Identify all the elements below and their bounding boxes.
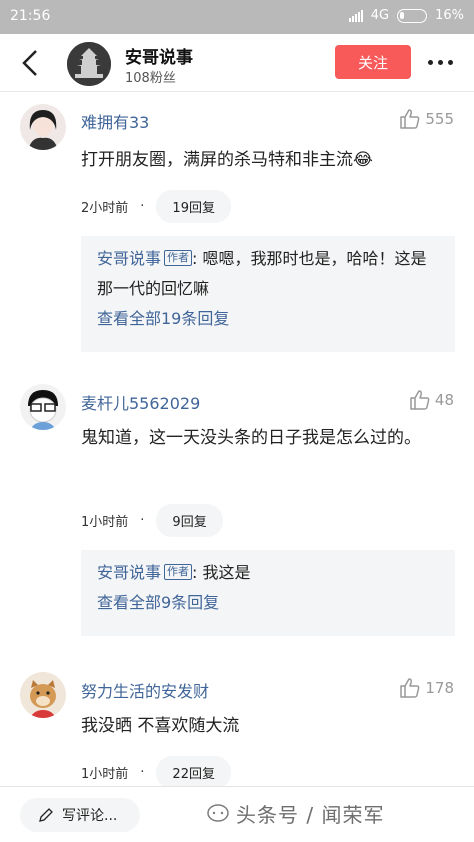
commenter-avatar[interactable] <box>20 104 66 150</box>
status-bar: 21:56 4G 16% <box>0 0 474 34</box>
separator-dot: · <box>140 199 145 214</box>
dog-avatar-icon <box>20 672 66 718</box>
like-count: 178 <box>425 679 454 697</box>
thumbs-up-icon <box>410 390 430 410</box>
comment-time: 1小时前 <box>81 515 129 530</box>
separator-dot: · <box>140 765 145 780</box>
follow-button[interactable]: 关注 <box>335 45 411 79</box>
like-count: 555 <box>425 110 454 128</box>
write-comment-placeholder: 写评论... <box>62 808 118 824</box>
author-tag: 作者 <box>164 564 193 580</box>
view-all-replies-link[interactable]: 查看全部19条回复 <box>97 304 439 334</box>
author-fans-count: 108粉丝 <box>125 71 176 86</box>
write-comment-input[interactable]: 写评论... <box>20 798 140 832</box>
comment-text: 打开朋友圈，满屏的杀马特和非主流😂 <box>81 150 373 170</box>
signal-icon <box>348 9 363 22</box>
cartoon-avatar-icon <box>20 384 66 430</box>
watermark-text: 头条号 / 闻荣军 <box>236 803 385 827</box>
reply-count-button[interactable]: 19回复 <box>156 190 231 223</box>
status-icons: 4G 16% <box>348 8 464 23</box>
comment-text: 鬼知道，这一天没头条的日子我是怎么过的。 <box>81 428 421 448</box>
comment-time: 1小时前 <box>81 767 129 782</box>
more-options-icon[interactable] <box>428 60 453 65</box>
reply-author[interactable]: 安哥说事 <box>97 249 161 268</box>
reply-line: 安哥说事 作者: 嗯嗯，我那时也是，哈哈！这是那一代的回忆嘛 <box>97 244 439 304</box>
header-bar: 安哥说事 108粉丝 关注 <box>0 34 474 92</box>
author-tag: 作者 <box>164 250 193 266</box>
comment-text: 我没晒 不喜欢随大流 <box>81 716 240 736</box>
author-avatar[interactable] <box>67 42 111 86</box>
view-all-replies-link[interactable]: 查看全部9条回复 <box>97 588 439 618</box>
separator-dot: · <box>140 513 145 528</box>
thumbs-up-icon <box>400 678 420 698</box>
like-button[interactable]: 178 <box>399 678 454 698</box>
girl-avatar-icon <box>20 104 66 150</box>
commenter-name[interactable]: 麦杆儿5562029 <box>81 390 200 414</box>
comment-meta: 2小时前 · 19回复 <box>81 190 231 223</box>
commenter-avatar[interactable] <box>20 672 66 718</box>
back-arrow-icon[interactable] <box>18 47 44 79</box>
comment-meta: 1小时前 · 22回复 <box>81 756 231 789</box>
reply-count-button[interactable]: 22回复 <box>156 756 231 789</box>
pagoda-icon <box>67 42 111 86</box>
comment-meta: 1小时前 · 9回复 <box>81 504 223 537</box>
reply-preview[interactable]: 安哥说事 作者: 我这是 查看全部9条回复 <box>81 550 455 636</box>
reply-preview[interactable]: 安哥说事 作者: 嗯嗯，我那时也是，哈哈！这是那一代的回忆嘛 查看全部19条回复 <box>81 236 455 352</box>
pencil-icon <box>39 808 53 822</box>
bottom-bar: 写评论... 头条号 / 闻荣军 <box>0 786 474 842</box>
commenter-name[interactable]: 努力生活的安发财 <box>81 678 209 702</box>
battery-icon <box>397 8 428 23</box>
commenter-name[interactable]: 难拥有33 <box>81 109 149 133</box>
reply-count-button[interactable]: 9回复 <box>156 504 223 537</box>
commenter-avatar[interactable] <box>20 384 66 430</box>
like-button[interactable]: 48 <box>409 390 454 410</box>
author-name[interactable]: 安哥说事 <box>125 43 193 68</box>
chat-bubble-icon <box>207 803 229 822</box>
thumbs-up-icon <box>400 109 420 129</box>
reply-text: : 我这是 <box>192 563 251 582</box>
reply-line: 安哥说事 作者: 我这是 <box>97 558 439 588</box>
watermark: 头条号 / 闻荣军 <box>206 799 384 828</box>
battery-percent: 16% <box>435 8 464 23</box>
status-time: 21:56 <box>10 8 51 24</box>
like-count: 48 <box>434 391 454 409</box>
comment-time: 2小时前 <box>81 201 129 216</box>
like-button[interactable]: 555 <box>399 109 454 129</box>
network-label: 4G <box>370 8 390 23</box>
reply-author[interactable]: 安哥说事 <box>97 563 161 582</box>
